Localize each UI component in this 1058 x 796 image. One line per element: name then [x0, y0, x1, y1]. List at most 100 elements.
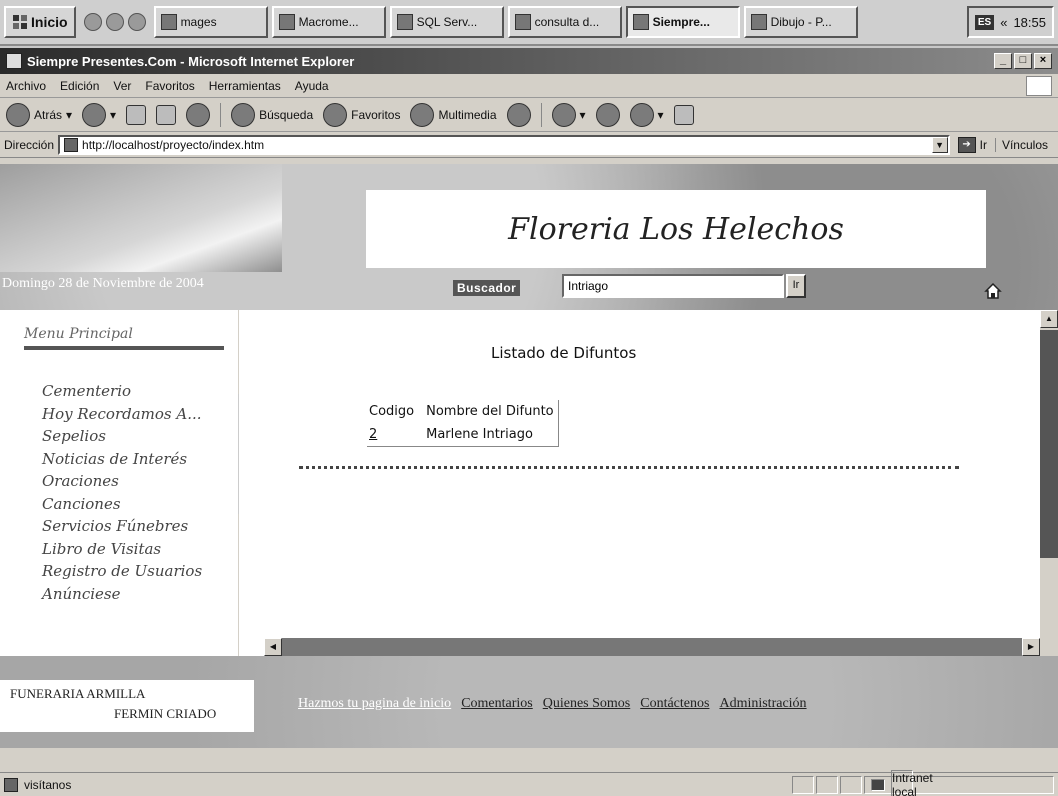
- menu-ver[interactable]: Ver: [113, 79, 131, 93]
- outlook-quicklaunch-icon[interactable]: [105, 13, 124, 31]
- code-link[interactable]: 2: [369, 427, 377, 442]
- quick-launch: [83, 13, 146, 31]
- menu-herramientas[interactable]: Herramientas: [209, 79, 281, 93]
- footer-link-contactenos[interactable]: Contáctenos: [640, 696, 709, 712]
- refresh-button[interactable]: [156, 104, 177, 125]
- multimedia-icon: [410, 102, 435, 127]
- footer-logo: FUNERARIA ARMILLA FERMIN CRIADO: [0, 680, 254, 732]
- dropdown-arrow-icon[interactable]: ▾: [658, 108, 664, 122]
- taskbar-button-label: mages: [180, 15, 217, 29]
- banner: Floreria Los Helechos: [366, 190, 986, 268]
- dotted-separator: [299, 466, 959, 469]
- status-pane: [840, 775, 862, 794]
- menu-ayuda[interactable]: Ayuda: [295, 79, 329, 93]
- menu-item-hoy-recordamos[interactable]: Hoy Recordamos A...: [42, 403, 238, 426]
- history-button[interactable]: [506, 102, 531, 127]
- window-title: Siempre Presentes.Com - Microsoft Intern…: [27, 53, 355, 69]
- close-button[interactable]: ×: [1034, 53, 1052, 69]
- menu-edicion[interactable]: Edición: [60, 79, 99, 93]
- status-pane: [816, 775, 838, 794]
- taskbar-button-label: consulta d...: [534, 15, 600, 29]
- forward-button[interactable]: ▾: [82, 102, 116, 127]
- site-search-input[interactable]: [562, 274, 784, 298]
- zone-label: Intranet local: [891, 769, 933, 796]
- scroll-thumb[interactable]: [1040, 330, 1058, 558]
- menu-item-anunciese[interactable]: Anúnciese: [42, 583, 238, 606]
- desktop-quicklaunch-icon[interactable]: [127, 13, 146, 31]
- folder-icon: [160, 14, 177, 30]
- address-dropdown-button[interactable]: ▼: [931, 136, 948, 153]
- go-label: Ir: [979, 137, 987, 152]
- scroll-right-button[interactable]: ▶: [1022, 638, 1040, 656]
- edit-button[interactable]: ▾: [629, 102, 664, 127]
- back-button[interactable]: Atrás ▾: [6, 102, 72, 127]
- footer-logo-line1: FUNERARIA ARMILLA: [10, 686, 146, 701]
- list-title: Listado de Difuntos: [491, 344, 637, 362]
- multimedia-button[interactable]: Multimedia: [410, 102, 497, 127]
- footer-link-homepage[interactable]: Hazmos tu pagina de inicio: [298, 696, 451, 712]
- tray-expand-icon[interactable]: «: [1000, 15, 1007, 30]
- scroll-left-button[interactable]: ◀: [264, 638, 282, 656]
- menu-item-oraciones[interactable]: Oraciones: [42, 470, 238, 493]
- menu-title: Menu Principal: [24, 326, 224, 350]
- scroll-up-button[interactable]: ▲: [1040, 310, 1058, 328]
- taskbar-button-sql-server[interactable]: SQL Serv...: [389, 6, 504, 38]
- table-header-row: Codigo Nombre del Difunto: [367, 400, 559, 423]
- taskbar-button-mages[interactable]: mages: [153, 6, 268, 38]
- menu-item-servicios-funebres[interactable]: Servicios Fúnebres: [42, 515, 238, 538]
- home-icon[interactable]: [984, 282, 1002, 300]
- footer-link-quienes-somos[interactable]: Quienes Somos: [543, 696, 631, 712]
- mail-icon: [551, 102, 576, 127]
- language-indicator[interactable]: ES: [974, 14, 995, 30]
- vertical-scrollbar[interactable]: ▲: [1040, 310, 1058, 656]
- menu-item-libro-de-visitas[interactable]: Libro de Visitas: [42, 538, 238, 561]
- taskbar-button-consulta[interactable]: consulta d...: [507, 6, 622, 38]
- taskbar-button-siempre[interactable]: Siempre...: [625, 6, 740, 38]
- table-row: 2 Marlene Intriago: [367, 423, 559, 447]
- multimedia-label: Multimedia: [438, 107, 497, 122]
- print-button[interactable]: [595, 102, 620, 127]
- ie-quicklaunch-icon[interactable]: [83, 13, 102, 31]
- links-button[interactable]: Vínculos: [994, 137, 1054, 152]
- menu-item-canciones[interactable]: Canciones: [42, 493, 238, 516]
- favorites-button[interactable]: Favoritos: [323, 102, 400, 127]
- search-button[interactable]: Búsqueda: [231, 102, 313, 127]
- menu-archivo[interactable]: Archivo: [6, 79, 46, 93]
- menu-item-cementerio[interactable]: Cementerio: [42, 380, 238, 403]
- mail-button[interactable]: ▾: [551, 102, 586, 127]
- footer-link-administracion[interactable]: Administración: [719, 696, 806, 712]
- address-bar: Dirección http://localhost/proyecto/inde…: [0, 132, 1058, 158]
- taskbar-button-macromedia[interactable]: Macrome...: [271, 6, 386, 38]
- dropdown-arrow-icon[interactable]: ▾: [580, 108, 586, 122]
- taskbar-button-label: Siempre...: [652, 15, 710, 29]
- start-label: Inicio: [31, 14, 68, 30]
- site-search-button[interactable]: Ir: [786, 274, 806, 298]
- toolbar-separator: [540, 102, 542, 127]
- stop-button[interactable]: [126, 104, 147, 125]
- maximize-button[interactable]: □: [1014, 53, 1032, 69]
- taskbar-button-dibujo[interactable]: Dibujo - P...: [743, 6, 858, 38]
- start-button[interactable]: Inicio: [4, 6, 76, 38]
- clock: 18:55: [1013, 14, 1046, 30]
- column-header-nombre: Nombre del Difunto: [418, 400, 559, 423]
- ie-icon: [632, 14, 649, 30]
- horizontal-scrollbar[interactable]: ◀ ▶: [264, 638, 1040, 656]
- menu-favoritos[interactable]: Favoritos: [145, 79, 194, 93]
- discuss-button[interactable]: [673, 104, 694, 125]
- status-pane: [792, 775, 814, 794]
- taskbar: Inicio mages Macrome... SQL Serv... cons…: [0, 0, 1058, 46]
- go-button[interactable]: ➔ Ir: [954, 136, 991, 153]
- header-cloud-image: [0, 164, 282, 272]
- address-input[interactable]: http://localhost/proyecto/index.htm ▼: [58, 134, 950, 155]
- footer-logo-line2: FERMIN CRIADO: [114, 706, 217, 721]
- search-label: Buscador: [453, 280, 521, 296]
- dropdown-arrow-icon[interactable]: ▾: [66, 108, 72, 122]
- home-button[interactable]: [186, 102, 211, 127]
- main-content: Listado de Difuntos Codigo Nombre del Di…: [239, 310, 1040, 656]
- minimize-button[interactable]: _: [994, 53, 1012, 69]
- menu-item-sepelios[interactable]: Sepelios: [42, 425, 238, 448]
- menu-item-registro-de-usuarios[interactable]: Registro de Usuarios: [42, 560, 238, 583]
- dropdown-arrow-icon[interactable]: ▾: [110, 108, 116, 122]
- menu-item-noticias[interactable]: Noticias de Interés: [42, 448, 238, 471]
- footer-link-comentarios[interactable]: Comentarios: [461, 696, 533, 712]
